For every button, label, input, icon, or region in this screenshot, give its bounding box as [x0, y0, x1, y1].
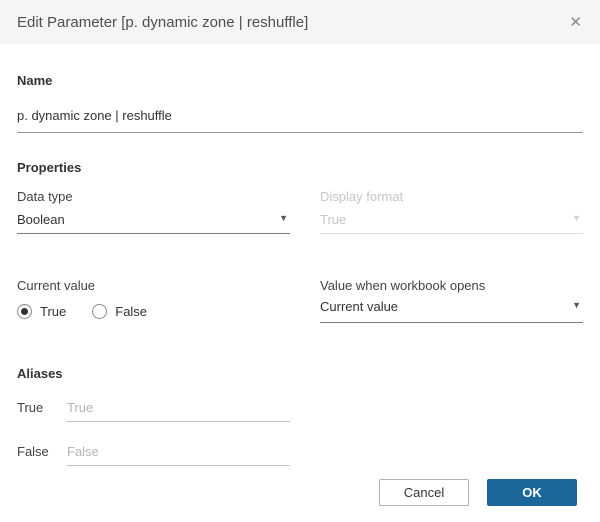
- edit-parameter-dialog: Edit Parameter [p. dynamic zone | reshuf…: [0, 0, 600, 522]
- alias-true-label: True: [17, 400, 44, 415]
- dialog-title: Edit Parameter [p. dynamic zone | reshuf…: [17, 13, 309, 31]
- chevron-down-icon: ▼: [279, 213, 288, 223]
- current-value-group: Current value True False: [17, 279, 290, 323]
- alias-false-label: False: [17, 444, 49, 459]
- alias-row-false: False: [17, 444, 583, 466]
- dialog-footer: Cancel OK: [379, 479, 577, 506]
- value-when-workbook-opens-value: Current value: [320, 299, 399, 314]
- close-icon[interactable]: ✕: [567, 13, 584, 32]
- data-type-label: Data type: [17, 189, 73, 204]
- cancel-button[interactable]: Cancel: [379, 479, 469, 506]
- column-gap: [290, 279, 320, 323]
- properties-row-1: Data type Boolean ▼ Display format True …: [17, 190, 583, 234]
- value-when-workbook-opens-select[interactable]: Current value ▼: [320, 300, 583, 323]
- ok-button[interactable]: OK: [487, 479, 577, 506]
- chevron-down-icon: ▼: [572, 300, 581, 310]
- data-type-value: Boolean: [17, 212, 65, 227]
- radio-selected-icon: [17, 304, 32, 319]
- dialog-header: Edit Parameter [p. dynamic zone | reshuf…: [0, 0, 600, 44]
- radio-option-true[interactable]: True: [17, 304, 66, 319]
- radio-true-label: True: [40, 304, 67, 319]
- radio-option-false[interactable]: False: [92, 304, 147, 319]
- current-value-radio-group: True False: [17, 304, 290, 319]
- properties-section-heading: Properties: [17, 160, 82, 175]
- alias-false-input[interactable]: [67, 444, 290, 466]
- aliases-section-heading: Aliases: [17, 366, 63, 381]
- properties-row-2: Current value True False Value when work…: [17, 279, 583, 323]
- display-format-value: True: [320, 212, 347, 227]
- display-format-group: Display format True ▼: [320, 190, 583, 234]
- display-format-select: True ▼: [320, 213, 583, 234]
- parameter-name-value: p. dynamic zone | reshuffle: [17, 108, 172, 123]
- value-when-workbook-opens-label: Value when workbook opens: [320, 278, 486, 293]
- dialog-body: Name p. dynamic zone | reshuffle Propert…: [0, 74, 600, 466]
- data-type-select[interactable]: Boolean ▼: [17, 213, 290, 234]
- parameter-name-input[interactable]: p. dynamic zone | reshuffle: [17, 109, 583, 133]
- alias-row-true: True: [17, 400, 583, 422]
- data-type-group: Data type Boolean ▼: [17, 190, 290, 234]
- alias-true-input[interactable]: [67, 400, 290, 422]
- current-value-label: Current value: [17, 278, 96, 293]
- column-gap: [290, 190, 320, 234]
- display-format-label: Display format: [320, 189, 404, 204]
- radio-false-label: False: [115, 304, 148, 319]
- radio-unselected-icon: [92, 304, 108, 319]
- name-section-heading: Name: [17, 73, 53, 88]
- chevron-down-icon: ▼: [572, 213, 581, 223]
- value-when-workbook-opens-group: Value when workbook opens Current value …: [320, 279, 583, 323]
